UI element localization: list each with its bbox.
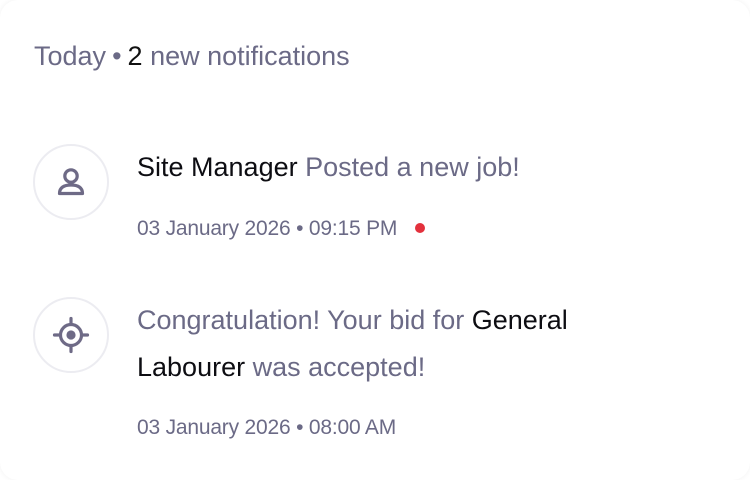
notification-text: Congratulation! Your bid for General Lab… [137, 297, 637, 391]
timestamp-separator: • [296, 416, 304, 439]
unread-dot [414, 223, 425, 233]
header-separator: • [112, 41, 122, 71]
notification-timestamp: 03 January 2026 • 08:00 AM [137, 415, 396, 441]
notifications-panel: Today • 2 new notifications Site Manager P… [0, 0, 750, 480]
notification-date: 03 January 2026 [137, 217, 291, 240]
target-icon [52, 316, 90, 354]
notification-text: Site Manager Posted a new job! [137, 144, 637, 191]
notification-avatar [33, 144, 109, 220]
notification-time: 09:15 PM [308, 217, 398, 240]
header-day: Today [34, 41, 107, 71]
notification-message-prefix: Congratulation! Your bid for [137, 305, 465, 335]
notifications-header: Today • 2 new notifications [34, 39, 350, 73]
notification-timestamp: 03 January 2026 • 09:15 PM [137, 216, 425, 242]
notification-avatar [33, 297, 109, 373]
notification-message-suffix: was accepted! [252, 352, 426, 382]
header-suffix: new notifications [150, 41, 350, 71]
notification-time: 08:00 AM [308, 416, 397, 439]
notification-count: 2 [127, 41, 143, 71]
notification-date: 03 January 2026 [137, 416, 291, 439]
notification-message: Posted a new job! [305, 152, 520, 182]
timestamp-separator: • [296, 217, 304, 240]
user-icon [57, 168, 85, 196]
notification-actor: Site Manager [137, 152, 298, 182]
